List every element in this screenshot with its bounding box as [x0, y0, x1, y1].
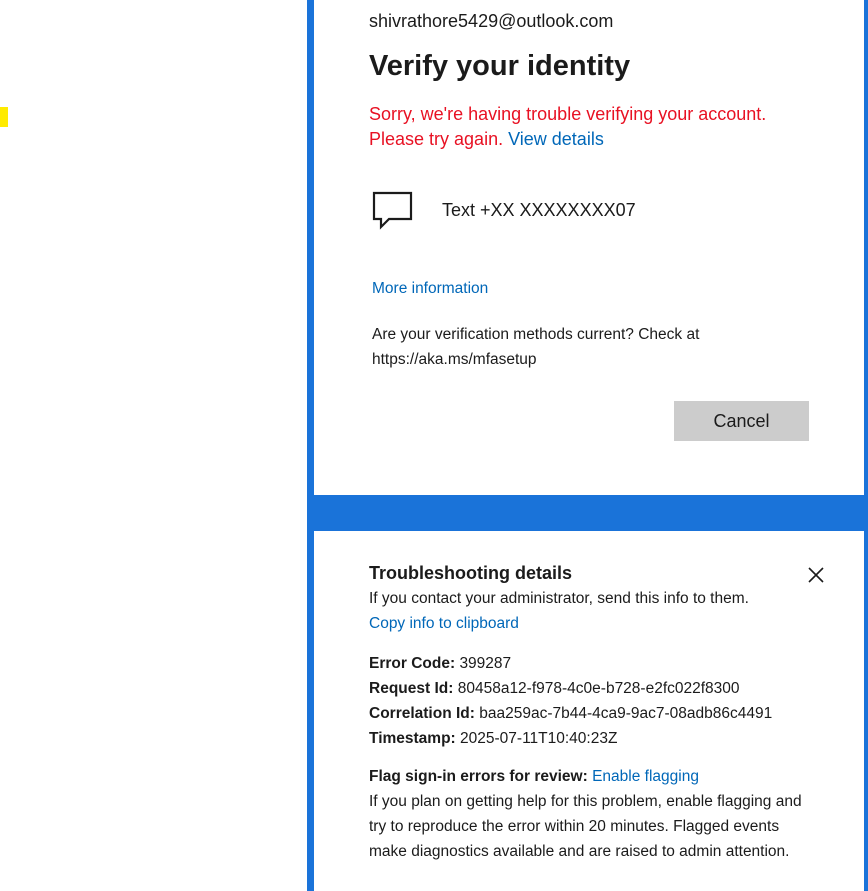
request-id-value: 80458a12-f978-4c0e-b728-e2fc022f8300 — [457, 680, 740, 697]
more-information-link[interactable]: More information — [372, 280, 488, 298]
yellow-highlight-marker — [0, 107, 8, 127]
correlation-id-row: Correlation Id: baa259ac-7b44-4ca9-9ac7-… — [369, 701, 772, 726]
flag-label: Flag sign-in errors for review: — [369, 768, 588, 785]
timestamp-row: Timestamp: 2025-07-11T10:40:23Z — [369, 726, 772, 751]
close-icon[interactable] — [806, 565, 826, 585]
text-option-label: Text +XX XXXXXXXX07 — [442, 199, 636, 220]
flag-errors-section: Flag sign-in errors for review: Enable f… — [369, 764, 819, 864]
troubleshooting-subtitle: If you contact your administrator, send … — [369, 590, 749, 607]
cancel-button[interactable]: Cancel — [674, 401, 809, 441]
verification-methods-note: Are your verification methods current? C… — [372, 326, 700, 368]
request-id-row: Request Id: 80458a12-f978-4c0e-b728-e2fc… — [369, 676, 772, 701]
troubleshooting-title: Troubleshooting details — [369, 563, 573, 583]
view-details-link[interactable]: View details — [508, 129, 604, 149]
chat-bubble-icon — [372, 190, 414, 230]
page-title: Verify your identity — [369, 50, 631, 82]
error-code-value: 399287 — [459, 655, 512, 672]
request-id-label: Request Id: — [369, 680, 454, 697]
flag-row: Flag sign-in errors for review: Enable f… — [369, 764, 819, 789]
error-details: Error Code: 399287 Request Id: 80458a12-… — [369, 651, 772, 751]
flag-description: If you plan on getting help for this pro… — [369, 793, 802, 860]
correlation-id-value: baa259ac-7b44-4ca9-9ac7-08adb86c4491 — [479, 705, 773, 722]
error-message: Sorry, we're having trouble verifying yo… — [369, 102, 819, 152]
error-code-label: Error Code: — [369, 655, 456, 672]
text-verification-option[interactable]: Text +XX XXXXXXXX07 — [372, 190, 636, 230]
copy-info-link[interactable]: Copy info to clipboard — [369, 615, 519, 633]
timestamp-label: Timestamp: — [369, 730, 456, 747]
error-code-row: Error Code: 399287 — [369, 651, 772, 676]
enable-flagging-link[interactable]: Enable flagging — [592, 768, 699, 785]
account-email: shivrathore5429@outlook.com — [369, 11, 614, 31]
timestamp-value: 2025-07-11T10:40:23Z — [460, 730, 618, 747]
correlation-id-label: Correlation Id: — [369, 705, 475, 722]
